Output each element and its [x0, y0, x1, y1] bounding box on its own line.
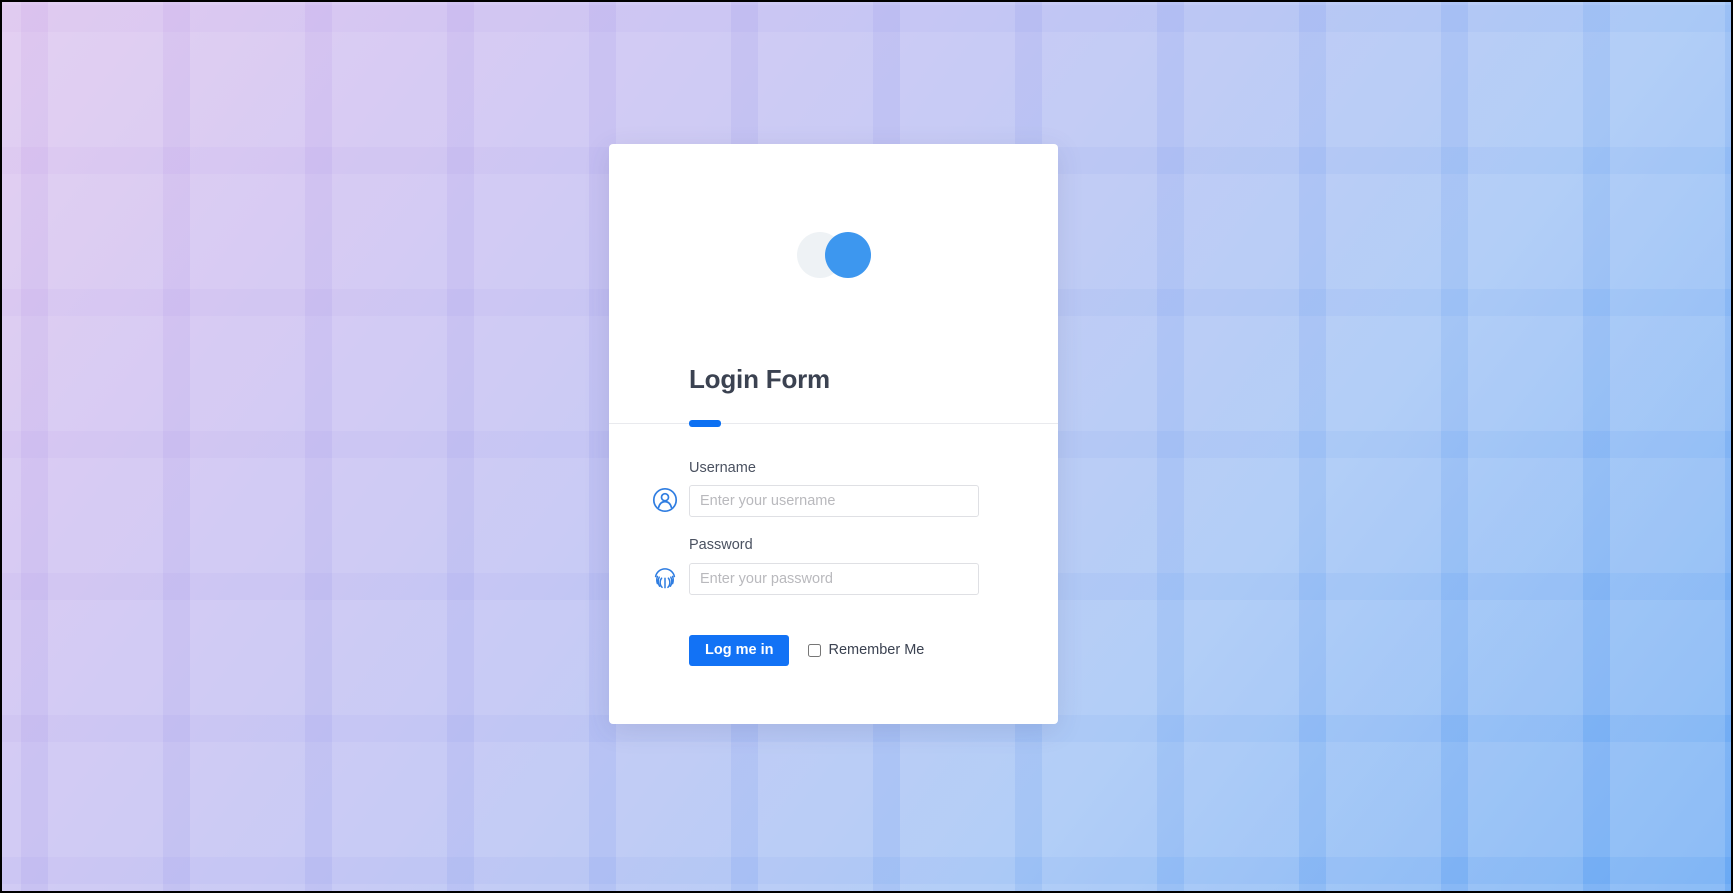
password-label: Password: [689, 537, 753, 554]
username-input[interactable]: [689, 485, 979, 518]
remember-me-checkbox[interactable]: [808, 643, 822, 657]
login-page: Login Form Username Enter your username …: [0, 0, 1733, 893]
password-input[interactable]: [689, 562, 979, 595]
login-button[interactable]: Log me in: [689, 634, 790, 666]
username-label: Username: [689, 460, 756, 476]
login-card: Login Form Username Enter your username …: [609, 144, 1058, 724]
logo-area: [609, 144, 1058, 366]
remember-me-label[interactable]: Remember Me: [828, 642, 924, 658]
page-title: Login Form: [689, 364, 830, 394]
form-actions: Log me in Remember Me: [609, 634, 1058, 666]
login-form: Username Enter your username Password Lo…: [609, 392, 1058, 666]
title-accent-bar: [689, 420, 721, 427]
remember-me-group: Remember Me: [808, 642, 924, 658]
header-divider: [609, 423, 1058, 424]
username-field-row: Username: [609, 460, 1058, 518]
password-field-row: Password: [609, 537, 1058, 595]
user-circle-icon: [652, 487, 678, 513]
app-logo: [796, 232, 871, 278]
card-header: Login Form: [609, 364, 1058, 427]
fingerprint-icon: [652, 565, 678, 591]
circle-blue-icon: [824, 232, 871, 278]
